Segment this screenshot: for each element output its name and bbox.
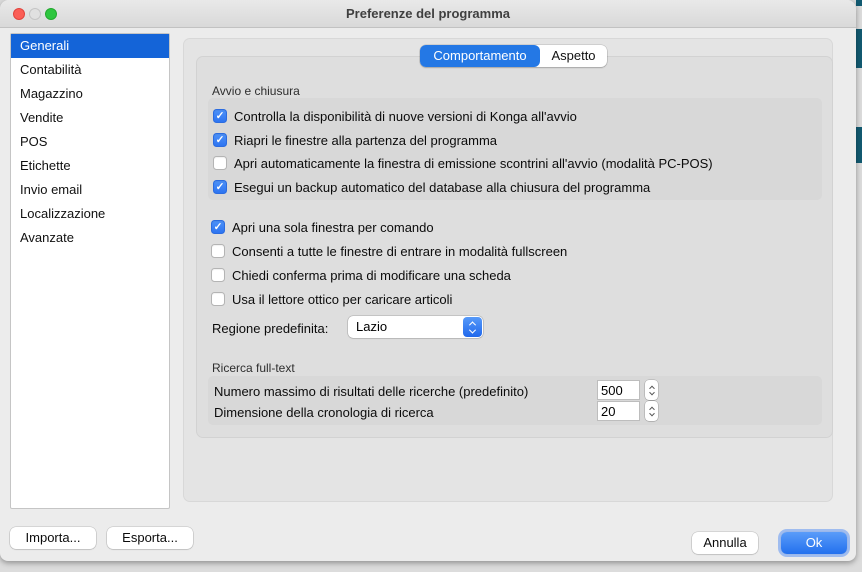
ok-button[interactable]: Ok xyxy=(781,532,847,554)
region-popup-value: Lazio xyxy=(356,316,387,338)
checkbox-single-window[interactable]: ✓ xyxy=(211,220,225,234)
history-size-stepper[interactable] xyxy=(645,401,658,421)
category-list: Generali Contabilità Magazzino Vendite P… xyxy=(10,33,170,509)
checkbox-row: ✓ Usa il lettore ottico per caricare art… xyxy=(211,290,452,308)
checkbox-barcode-reader[interactable]: ✓ xyxy=(211,292,225,306)
checkbox-row: ✓ Apri una sola finestra per comando xyxy=(211,218,434,236)
checkbox-label: Riapri le finestre alla partenza del pro… xyxy=(234,133,497,148)
import-button[interactable]: Importa... xyxy=(10,527,96,549)
sidebar-item-localizzazione[interactable]: Localizzazione xyxy=(11,202,169,226)
checkbox-row: ✓ Apri automaticamente la finestra di em… xyxy=(213,154,713,172)
background-window-edge xyxy=(856,127,862,163)
history-size-label: Dimensione della cronologia di ricerca xyxy=(214,405,434,420)
background-window-edge xyxy=(856,29,862,68)
region-popup[interactable]: Lazio xyxy=(348,316,483,338)
popup-chevrons-icon xyxy=(463,317,482,337)
checkbox-label: Usa il lettore ottico per caricare artic… xyxy=(232,292,452,307)
sidebar-item-pos[interactable]: POS xyxy=(11,130,169,154)
checkmark-icon: ✓ xyxy=(214,110,226,122)
cancel-button[interactable]: Annulla xyxy=(692,532,758,554)
max-results-input[interactable] xyxy=(597,380,640,400)
close-button[interactable] xyxy=(13,8,25,20)
checkbox-auto-backup[interactable]: ✓ xyxy=(213,180,227,194)
checkbox-row: ✓ Consenti a tutte le finestre di entrar… xyxy=(211,242,567,260)
preferences-window: Preferenze del programma Generali Contab… xyxy=(0,0,856,561)
checkbox-row: ✓ Riapri le finestre alla partenza del p… xyxy=(213,131,497,149)
zoom-button[interactable] xyxy=(45,8,57,20)
max-results-stepper[interactable] xyxy=(645,380,658,400)
window-title: Preferenze del programma xyxy=(0,0,856,28)
tab-comportamento[interactable]: Comportamento xyxy=(420,45,540,67)
checkbox-row: ✓ Esegui un backup automatico del databa… xyxy=(213,178,650,196)
checkbox-label: Consenti a tutte le finestre di entrare … xyxy=(232,244,567,259)
stepper-down-icon xyxy=(649,389,655,395)
checkbox-label: Apri una sola finestra per comando xyxy=(232,220,434,235)
checkbox-label: Apri automaticamente la finestra di emis… xyxy=(234,156,713,171)
checkbox-check-updates[interactable]: ✓ xyxy=(213,109,227,123)
checkbox-row: ✓ Chiedi conferma prima di modificare un… xyxy=(211,266,511,284)
checkbox-confirm-edit[interactable]: ✓ xyxy=(211,268,225,282)
checkbox-label: Esegui un backup automatico del database… xyxy=(234,180,650,195)
section-title-avvio: Avvio e chiusura xyxy=(212,84,300,98)
sidebar-item-etichette[interactable]: Etichette xyxy=(11,154,169,178)
checkbox-label: Chiedi conferma prima di modificare una … xyxy=(232,268,511,283)
checkmark-icon: ✓ xyxy=(214,181,226,193)
sidebar-item-vendite[interactable]: Vendite xyxy=(11,106,169,130)
region-label: Regione predefinita: xyxy=(212,321,328,336)
tab-bar: Comportamento Aspetto xyxy=(420,45,607,67)
history-size-input[interactable] xyxy=(597,401,640,421)
sidebar-item-magazzino[interactable]: Magazzino xyxy=(11,82,169,106)
sidebar-item-invio-email[interactable]: Invio email xyxy=(11,178,169,202)
section-title-ricerca: Ricerca full-text xyxy=(212,361,295,375)
export-button[interactable]: Esporta... xyxy=(107,527,193,549)
checkbox-reopen-windows[interactable]: ✓ xyxy=(213,133,227,147)
sidebar-item-avanzate[interactable]: Avanzate xyxy=(11,226,169,250)
checkbox-row: ✓ Controlla la disponibilità di nuove ve… xyxy=(213,107,577,125)
stepper-down-icon xyxy=(649,410,655,416)
sidebar-item-generali[interactable]: Generali xyxy=(11,34,169,58)
checkbox-open-receipt-window[interactable]: ✓ xyxy=(213,156,227,170)
minimize-button[interactable] xyxy=(29,8,41,20)
checkbox-fullscreen[interactable]: ✓ xyxy=(211,244,225,258)
max-results-label: Numero massimo di risultati delle ricerc… xyxy=(214,384,528,399)
sidebar-item-contabilita[interactable]: Contabilità xyxy=(11,58,169,82)
title-bar: Preferenze del programma xyxy=(0,0,856,28)
checkmark-icon: ✓ xyxy=(214,134,226,146)
tab-aspetto[interactable]: Aspetto xyxy=(540,45,607,67)
checkbox-label: Controlla la disponibilità di nuove vers… xyxy=(234,109,577,124)
background-window-edge xyxy=(856,0,862,6)
checkmark-icon: ✓ xyxy=(212,221,224,233)
